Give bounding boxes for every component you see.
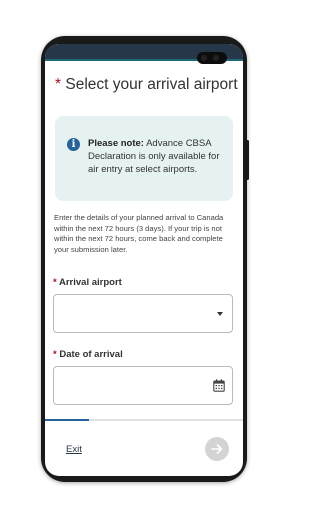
exit-link[interactable]: Exit (66, 444, 82, 455)
phone-side-button (246, 140, 249, 180)
note-text: Please note: Advance CBSA Declaration is… (88, 137, 228, 176)
info-icon: i (67, 138, 80, 151)
arrival-airport-select[interactable] (53, 294, 233, 333)
arrival-airport-label-text: Arrival airport (59, 277, 122, 288)
camera-lens (201, 55, 207, 61)
progress-bar-fill (45, 419, 89, 421)
date-of-arrival-label-text: Date of arrival (59, 349, 123, 360)
date-of-arrival-input[interactable] (53, 366, 233, 405)
intro-text: Enter the details of your planned arriva… (54, 213, 224, 254)
next-button[interactable] (205, 437, 229, 461)
calendar-icon[interactable] (213, 379, 225, 392)
chevron-down-icon (217, 312, 223, 316)
arrow-right-icon (211, 444, 223, 454)
required-asterisk: * (53, 349, 57, 360)
page-title-text: Select your arrival airport (65, 76, 238, 93)
page-title: * Select your arrival airport (55, 76, 240, 94)
arrival-airport-label: * Arrival airport (53, 277, 122, 288)
date-of-arrival-label: * Date of arrival (53, 349, 123, 360)
note-bold: Please note: (88, 138, 144, 149)
required-asterisk: * (55, 76, 62, 93)
note-callout: i Please note: Advance CBSA Declaration … (55, 116, 233, 201)
required-asterisk: * (53, 277, 57, 288)
camera-lens (213, 55, 219, 61)
front-camera (197, 52, 227, 64)
app-screen: * Select your arrival airport i Please n… (45, 44, 243, 476)
